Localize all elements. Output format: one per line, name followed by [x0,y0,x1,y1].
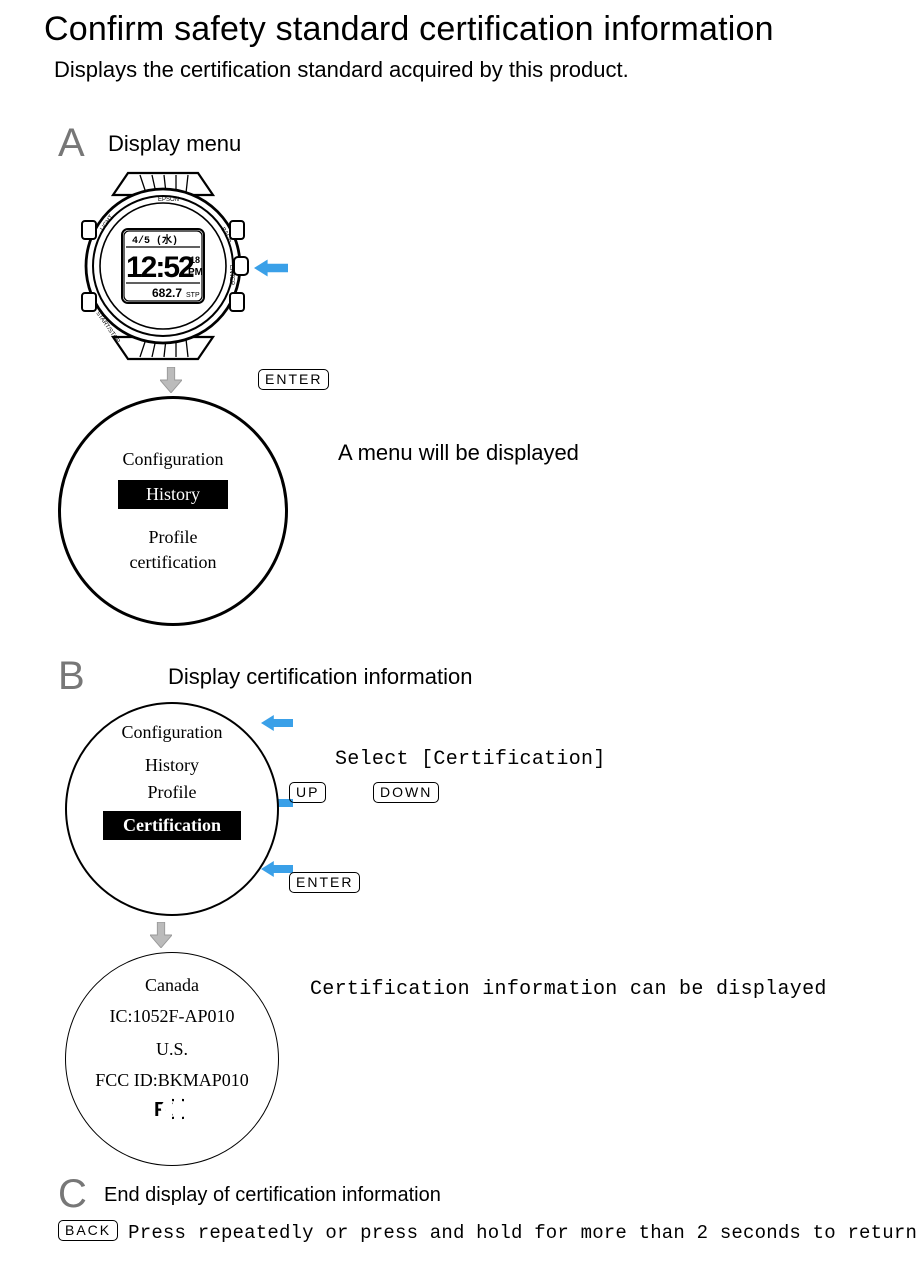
svg-text:STP: STP [186,292,200,299]
step-c-header: C End display of certification informati… [58,1174,887,1214]
cert-line-fccid: FCC ID:BKMAP010 [95,1070,249,1091]
arrow-down-icon [160,367,182,393]
watch-svg: 4/5 (水) 12:52 18 PM 682.7 STP EPSON LIGH… [58,171,268,361]
svg-text:EPSON: EPSON [158,197,179,203]
svg-text:12:52: 12:52 [126,251,194,284]
button-label-up: UP [289,782,326,803]
svg-text:18: 18 [190,255,200,265]
menu-screen-b: Configuration History Profile Certificat… [65,702,279,916]
menu-item-profile-b: Profile [148,782,197,803]
menu-item-profile: Profile [149,527,198,548]
arrow-left-icon [254,259,288,277]
arrow-left-icon [261,714,293,732]
cert-line-canada: Canada [145,975,199,996]
fcc-logo-icon: F [154,1097,190,1126]
step-c-letter: C [58,1174,96,1214]
step-a-header: A Display menu [58,123,887,163]
svg-text:4/5 (水): 4/5 (水) [132,233,178,247]
menu-item-certification: certification [130,552,217,573]
step-b-title: Display certification information [168,656,472,690]
cert-wrap: Canada IC:1052F-AP010 U.S. FCC ID:BKMAP0… [40,952,887,1166]
step-b-body: Configuration History Profile Certificat… [65,702,887,916]
menu-item-configuration: Configuration [123,449,224,470]
cert-line-us: U.S. [156,1039,188,1060]
step-b-select-text: Select [Certification] [335,748,606,771]
svg-text:ENTER: ENTER [228,265,234,286]
page-title: Confirm safety standard certification in… [44,10,887,49]
watch-illustration: 4/5 (水) 12:52 18 PM 682.7 STP EPSON LIGH… [58,171,887,361]
arrow-down-icon [150,922,172,948]
step-c-text: Press repeatedly or press and hold for m… [128,1220,917,1244]
button-label-enter-a: ENTER [258,369,887,390]
menu-screen-a: Configuration History Profile certificat… [58,396,288,626]
step-b-letter: B [58,656,96,696]
step-a-letter: A [58,123,96,163]
page-subtitle: Displays the certification standard acqu… [54,57,887,83]
step-c-title: End display of certification information [104,1174,441,1207]
menu-item-configuration-b: Configuration [122,722,223,743]
step-a-side-text: A menu will be displayed [338,440,579,466]
step-c-body: BACK Press repeatedly or press and hold … [58,1220,887,1244]
svg-text:PM: PM [188,267,203,278]
menu-item-certification-selected: Certification [103,811,241,840]
button-label-back: BACK [58,1220,118,1241]
certification-screen: Canada IC:1052F-AP010 U.S. FCC ID:BKMAP0… [65,952,279,1166]
button-label-down: DOWN [373,782,439,803]
svg-text:682.7: 682.7 [152,286,182,300]
cert-line-ic: IC:1052F-AP010 [109,1006,234,1027]
menu-item-history-selected: History [118,480,228,509]
cert-side-text: Certification information can be display… [310,978,827,1001]
button-label-enter-b: ENTER [289,872,360,893]
step-a-body: 4/5 (水) 12:52 18 PM 682.7 STP EPSON LIGH… [58,171,887,626]
step-a-title: Display menu [108,123,241,157]
menu-item-history-b: History [145,755,199,776]
step-b-header: B Display certification information [58,656,887,696]
